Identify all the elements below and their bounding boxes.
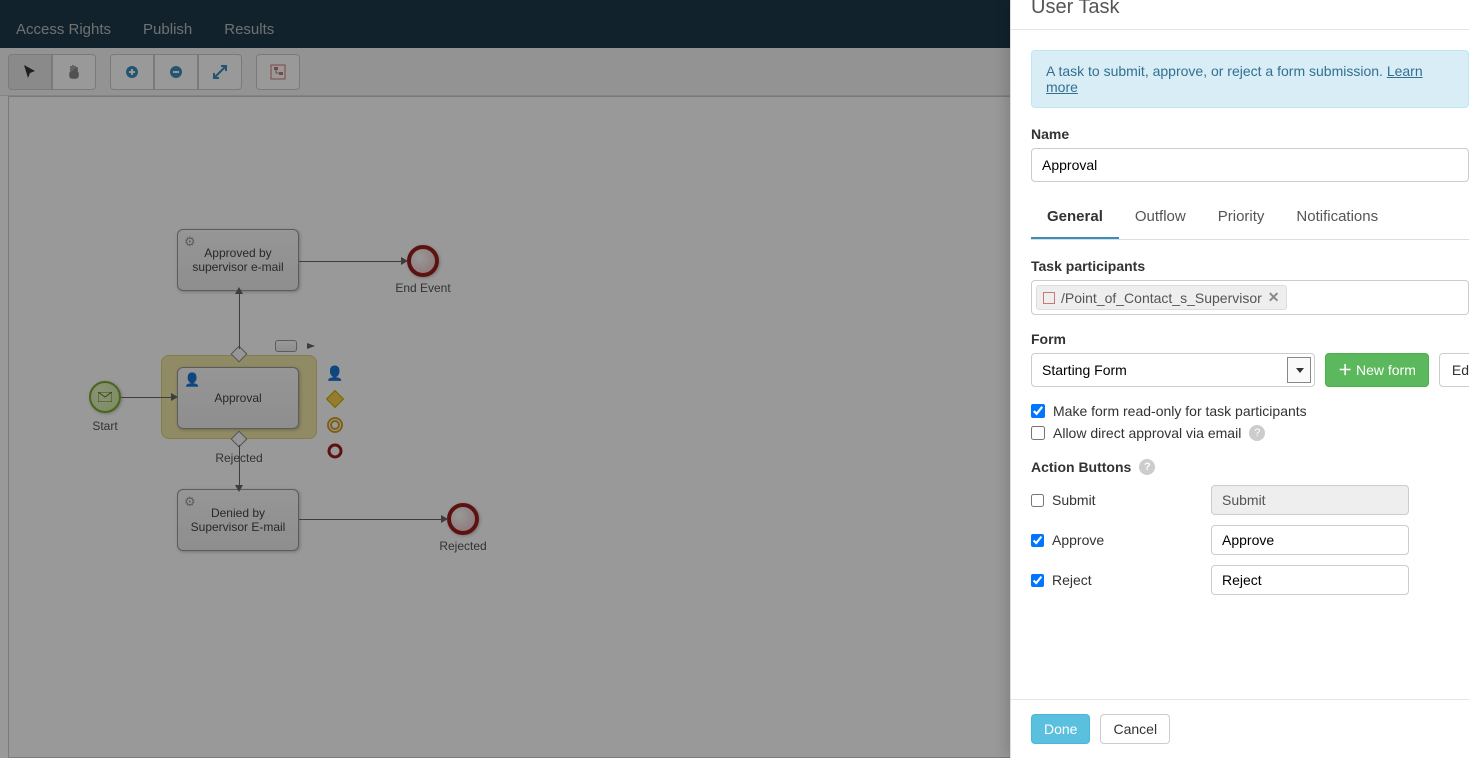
name-input[interactable]	[1031, 148, 1469, 182]
new-form-button[interactable]: ＋ New form	[1325, 353, 1429, 387]
start-event-node[interactable]	[89, 381, 121, 413]
gear-icon: ⚙	[184, 494, 196, 510]
submit-check-label: Submit	[1052, 492, 1096, 508]
denied-email-label: Denied by Supervisor E-mail	[182, 506, 294, 535]
readonly-label: Make form read-only for task participant…	[1053, 403, 1307, 419]
palette-timer-icon[interactable]	[325, 415, 345, 435]
action-buttons-grid: Submit Approve Reject	[1031, 485, 1409, 595]
approve-check-label: Approve	[1052, 532, 1104, 548]
help-icon[interactable]: ?	[1249, 425, 1265, 441]
tab-priority[interactable]: Priority	[1202, 198, 1281, 239]
done-button[interactable]: Done	[1031, 714, 1090, 744]
gear-icon: ⚙	[184, 234, 196, 250]
reject-checkbox[interactable]	[1031, 574, 1044, 587]
edit-form-button[interactable]: Edit	[1439, 353, 1469, 387]
tab-outflow[interactable]: Outflow	[1119, 198, 1202, 239]
help-icon[interactable]: ?	[1139, 459, 1155, 475]
approve-checkbox[interactable]	[1031, 534, 1044, 547]
cancel-button[interactable]: Cancel	[1100, 714, 1170, 744]
nav-publish[interactable]: Publish	[127, 11, 208, 48]
pan-tool[interactable]	[52, 54, 96, 90]
name-label: Name	[1031, 126, 1469, 142]
palette-gateway-icon[interactable]	[325, 389, 345, 409]
zoom-out-tool[interactable]	[154, 54, 198, 90]
panel-tabs: General Outflow Priority Notifications	[1031, 198, 1469, 240]
end-event-top-label: End Event	[373, 281, 473, 295]
palette-end-icon[interactable]	[325, 441, 345, 461]
envelope-icon	[98, 392, 112, 402]
user-icon: 👤	[184, 372, 200, 388]
pointer-icon	[22, 64, 38, 80]
hand-icon	[66, 64, 82, 80]
approved-email-task-node[interactable]: ⚙ Approved by supervisor e-mail	[177, 229, 299, 291]
field-icon	[1043, 292, 1055, 304]
form-label: Form	[1031, 331, 1469, 347]
approved-email-label: Approved by supervisor e-mail	[182, 246, 294, 275]
submit-text-input	[1211, 485, 1409, 515]
minimap-icon	[270, 64, 286, 80]
tab-notifications[interactable]: Notifications	[1280, 198, 1394, 239]
end-event-bottom-label: Rejected	[413, 539, 513, 553]
info-alert: A task to submit, approve, or reject a f…	[1031, 50, 1469, 108]
panel-title: User Task	[1031, 0, 1449, 19]
direct-approval-checkbox[interactable]	[1031, 426, 1045, 440]
form-select[interactable]	[1031, 353, 1315, 387]
pointer-tool[interactable]	[8, 54, 52, 90]
expand-icon	[212, 64, 228, 80]
approval-task-label: Approval	[214, 391, 261, 405]
participant-token-text: /Point_of_Contact_s_Supervisor	[1061, 290, 1262, 306]
palette-user-task-icon[interactable]: 👤	[325, 363, 345, 383]
participants-input[interactable]: /Point_of_Contact_s_Supervisor ✕	[1031, 280, 1469, 315]
fit-screen-tool[interactable]	[198, 54, 242, 90]
direct-approval-label: Allow direct approval via email	[1053, 425, 1241, 441]
participant-token: /Point_of_Contact_s_Supervisor ✕	[1036, 285, 1287, 310]
approval-task-node[interactable]: 👤 Approval	[177, 367, 299, 429]
approve-text-input[interactable]	[1211, 525, 1409, 555]
nav-access-rights[interactable]: Access Rights	[0, 11, 127, 48]
mini-arrow-icon	[307, 343, 315, 349]
reject-check-label: Reject	[1052, 572, 1092, 588]
node-palette: 👤	[325, 363, 345, 461]
readonly-checkbox[interactable]	[1031, 404, 1045, 418]
minimap-tool[interactable]	[256, 54, 300, 90]
mini-toggle[interactable]	[275, 340, 297, 352]
end-event-bottom[interactable]	[447, 503, 479, 535]
minus-circle-icon	[168, 64, 184, 80]
nav-results[interactable]: Results	[208, 11, 290, 48]
zoom-in-tool[interactable]	[110, 54, 154, 90]
remove-token-icon[interactable]: ✕	[1268, 289, 1280, 306]
panel-footer: Done Cancel	[1011, 699, 1469, 758]
tab-general[interactable]: General	[1031, 198, 1119, 239]
denied-email-task-node[interactable]: ⚙ Denied by Supervisor E-mail	[177, 489, 299, 551]
task-properties-panel: User Task A task to submit, approve, or …	[1010, 0, 1469, 758]
end-event-top[interactable]	[407, 245, 439, 277]
start-label: Start	[55, 419, 155, 433]
plus-circle-icon	[124, 64, 140, 80]
submit-checkbox[interactable]	[1031, 494, 1044, 507]
action-buttons-heading: Action Buttons	[1031, 459, 1131, 475]
reject-text-input[interactable]	[1211, 565, 1409, 595]
info-text: A task to submit, approve, or reject a f…	[1046, 63, 1387, 79]
participants-label: Task participants	[1031, 258, 1469, 274]
